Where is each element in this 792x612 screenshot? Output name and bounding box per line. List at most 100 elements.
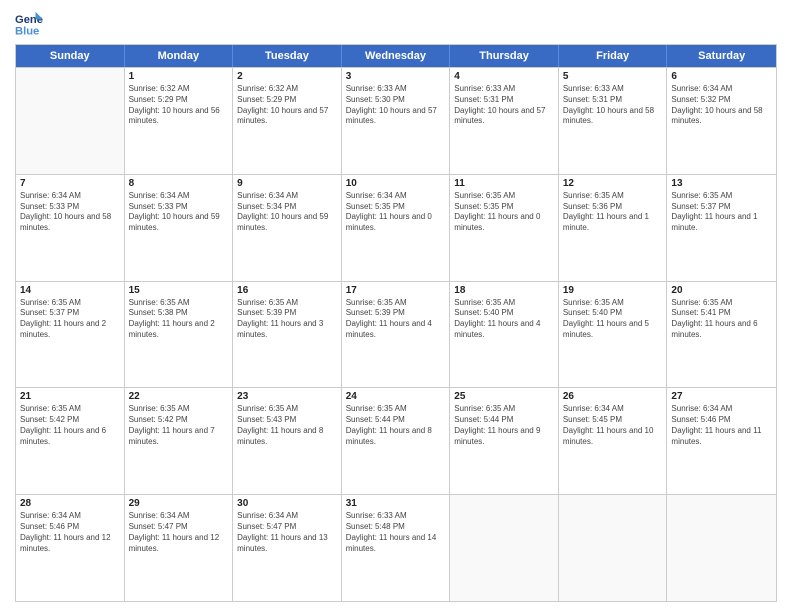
- day-number: 4: [454, 71, 554, 82]
- day-number: 31: [346, 498, 446, 509]
- day-number: 18: [454, 285, 554, 296]
- calendar-cell-1-4: 3 Sunrise: 6:33 AMSunset: 5:30 PMDaylight…: [342, 68, 451, 174]
- cell-details: Sunrise: 6:32 AMSunset: 5:29 PMDaylight:…: [129, 84, 229, 127]
- cell-details: Sunrise: 6:35 AMSunset: 5:42 PMDaylight:…: [129, 404, 229, 447]
- cell-details: Sunrise: 6:32 AMSunset: 5:29 PMDaylight:…: [237, 84, 337, 127]
- cell-details: Sunrise: 6:34 AMSunset: 5:46 PMDaylight:…: [671, 404, 772, 447]
- day-number: 5: [563, 71, 663, 82]
- day-number: 11: [454, 178, 554, 189]
- day-number: 25: [454, 391, 554, 402]
- day-number: 22: [129, 391, 229, 402]
- calendar-cell-4-7: 27 Sunrise: 6:34 AMSunset: 5:46 PMDayligh…: [667, 388, 776, 494]
- cell-details: Sunrise: 6:35 AMSunset: 5:44 PMDaylight:…: [346, 404, 446, 447]
- cell-details: Sunrise: 6:34 AMSunset: 5:32 PMDaylight:…: [671, 84, 772, 127]
- cell-details: Sunrise: 6:34 AMSunset: 5:45 PMDaylight:…: [563, 404, 663, 447]
- calendar-cell-1-7: 6 Sunrise: 6:34 AMSunset: 5:32 PMDaylight…: [667, 68, 776, 174]
- calendar-cell-3-3: 16 Sunrise: 6:35 AMSunset: 5:39 PMDayligh…: [233, 282, 342, 388]
- day-number: 27: [671, 391, 772, 402]
- calendar-cell-2-3: 9 Sunrise: 6:34 AMSunset: 5:34 PMDaylight…: [233, 175, 342, 281]
- weekday-header-monday: Monday: [125, 45, 234, 67]
- cell-details: Sunrise: 6:35 AMSunset: 5:43 PMDaylight:…: [237, 404, 337, 447]
- calendar-cell-5-5: [450, 495, 559, 601]
- day-number: 21: [20, 391, 120, 402]
- calendar-row-4: 21 Sunrise: 6:35 AMSunset: 5:42 PMDayligh…: [16, 387, 776, 494]
- calendar-cell-3-4: 17 Sunrise: 6:35 AMSunset: 5:39 PMDayligh…: [342, 282, 451, 388]
- day-number: 6: [671, 71, 772, 82]
- calendar-row-1: 1Sunrise: 6:32 AMSunset: 5:29 PMDaylight…: [16, 67, 776, 174]
- day-number: 15: [129, 285, 229, 296]
- cell-details: Sunrise: 6:34 AMSunset: 5:34 PMDaylight:…: [237, 191, 337, 234]
- day-number: 16: [237, 285, 337, 296]
- day-number: 7: [20, 178, 120, 189]
- calendar-cell-1-2: 1Sunrise: 6:32 AMSunset: 5:29 PMDaylight…: [125, 68, 234, 174]
- calendar-cell-5-6: [559, 495, 668, 601]
- cell-details: Sunrise: 6:34 AMSunset: 5:35 PMDaylight:…: [346, 191, 446, 234]
- weekday-header-sunday: Sunday: [16, 45, 125, 67]
- calendar-cell-5-3: 30 Sunrise: 6:34 AMSunset: 5:47 PMDayligh…: [233, 495, 342, 601]
- day-number: 30: [237, 498, 337, 509]
- cell-details: Sunrise: 6:33 AMSunset: 5:31 PMDaylight:…: [454, 84, 554, 127]
- calendar-row-3: 14 Sunrise: 6:35 AMSunset: 5:37 PMDayligh…: [16, 281, 776, 388]
- cell-details: Sunrise: 6:33 AMSunset: 5:48 PMDaylight:…: [346, 511, 446, 554]
- logo-icon: General Blue: [15, 10, 43, 38]
- calendar-header: SundayMondayTuesdayWednesdayThursdayFrid…: [16, 45, 776, 67]
- cell-details: Sunrise: 6:35 AMSunset: 5:38 PMDaylight:…: [129, 298, 229, 341]
- calendar-cell-1-1: [16, 68, 125, 174]
- cell-details: Sunrise: 6:33 AMSunset: 5:30 PMDaylight:…: [346, 84, 446, 127]
- cell-details: Sunrise: 6:35 AMSunset: 5:39 PMDaylight:…: [346, 298, 446, 341]
- cell-details: Sunrise: 6:35 AMSunset: 5:37 PMDaylight:…: [20, 298, 120, 341]
- day-number: 29: [129, 498, 229, 509]
- calendar-cell-5-7: [667, 495, 776, 601]
- calendar-cell-2-5: 11 Sunrise: 6:35 AMSunset: 5:35 PMDayligh…: [450, 175, 559, 281]
- weekday-header-wednesday: Wednesday: [342, 45, 451, 67]
- day-number: 14: [20, 285, 120, 296]
- calendar-cell-2-4: 10Sunrise: 6:34 AMSunset: 5:35 PMDayligh…: [342, 175, 451, 281]
- cell-details: Sunrise: 6:34 AMSunset: 5:47 PMDaylight:…: [129, 511, 229, 554]
- cell-details: Sunrise: 6:35 AMSunset: 5:41 PMDaylight:…: [671, 298, 772, 341]
- calendar: SundayMondayTuesdayWednesdayThursdayFrid…: [15, 44, 777, 602]
- calendar-cell-4-4: 24 Sunrise: 6:35 AMSunset: 5:44 PMDayligh…: [342, 388, 451, 494]
- calendar-cell-5-4: 31 Sunrise: 6:33 AMSunset: 5:48 PMDayligh…: [342, 495, 451, 601]
- day-number: 26: [563, 391, 663, 402]
- weekday-header-saturday: Saturday: [667, 45, 776, 67]
- cell-details: Sunrise: 6:35 AMSunset: 5:42 PMDaylight:…: [20, 404, 120, 447]
- cell-details: Sunrise: 6:34 AMSunset: 5:46 PMDaylight:…: [20, 511, 120, 554]
- cell-details: Sunrise: 6:33 AMSunset: 5:31 PMDaylight:…: [563, 84, 663, 127]
- day-number: 24: [346, 391, 446, 402]
- weekday-header-thursday: Thursday: [450, 45, 559, 67]
- calendar-cell-4-6: 26 Sunrise: 6:34 AMSunset: 5:45 PMDayligh…: [559, 388, 668, 494]
- calendar-body: 1Sunrise: 6:32 AMSunset: 5:29 PMDaylight…: [16, 67, 776, 601]
- calendar-cell-2-2: 8 Sunrise: 6:34 AMSunset: 5:33 PMDaylight…: [125, 175, 234, 281]
- day-number: 13: [671, 178, 772, 189]
- day-number: 2: [237, 71, 337, 82]
- calendar-cell-2-7: 13Sunrise: 6:35 AMSunset: 5:37 PMDayligh…: [667, 175, 776, 281]
- calendar-row-2: 7 Sunrise: 6:34 AMSunset: 5:33 PMDaylight…: [16, 174, 776, 281]
- day-number: 23: [237, 391, 337, 402]
- cell-details: Sunrise: 6:34 AMSunset: 5:33 PMDaylight:…: [20, 191, 120, 234]
- calendar-cell-1-3: 2 Sunrise: 6:32 AMSunset: 5:29 PMDaylight…: [233, 68, 342, 174]
- day-number: 9: [237, 178, 337, 189]
- calendar-cell-2-1: 7 Sunrise: 6:34 AMSunset: 5:33 PMDaylight…: [16, 175, 125, 281]
- calendar-cell-5-2: 29 Sunrise: 6:34 AMSunset: 5:47 PMDayligh…: [125, 495, 234, 601]
- day-number: 3: [346, 71, 446, 82]
- calendar-cell-3-2: 15 Sunrise: 6:35 AMSunset: 5:38 PMDayligh…: [125, 282, 234, 388]
- cell-details: Sunrise: 6:35 AMSunset: 5:40 PMDaylight:…: [454, 298, 554, 341]
- calendar-cell-1-6: 5 Sunrise: 6:33 AMSunset: 5:31 PMDaylight…: [559, 68, 668, 174]
- calendar-cell-4-3: 23 Sunrise: 6:35 AMSunset: 5:43 PMDayligh…: [233, 388, 342, 494]
- day-number: 19: [563, 285, 663, 296]
- cell-details: Sunrise: 6:35 AMSunset: 5:40 PMDaylight:…: [563, 298, 663, 341]
- day-number: 28: [20, 498, 120, 509]
- cell-details: Sunrise: 6:35 AMSunset: 5:44 PMDaylight:…: [454, 404, 554, 447]
- cell-details: Sunrise: 6:35 AMSunset: 5:35 PMDaylight:…: [454, 191, 554, 234]
- logo: General Blue: [15, 10, 47, 38]
- day-number: 20: [671, 285, 772, 296]
- cell-details: Sunrise: 6:35 AMSunset: 5:39 PMDaylight:…: [237, 298, 337, 341]
- day-number: 8: [129, 178, 229, 189]
- cell-details: Sunrise: 6:34 AMSunset: 5:47 PMDaylight:…: [237, 511, 337, 554]
- svg-text:Blue: Blue: [15, 25, 39, 37]
- calendar-cell-4-2: 22 Sunrise: 6:35 AMSunset: 5:42 PMDayligh…: [125, 388, 234, 494]
- day-number: 17: [346, 285, 446, 296]
- calendar-cell-1-5: 4 Sunrise: 6:33 AMSunset: 5:31 PMDaylight…: [450, 68, 559, 174]
- cell-details: Sunrise: 6:34 AMSunset: 5:33 PMDaylight:…: [129, 191, 229, 234]
- day-number: 12: [563, 178, 663, 189]
